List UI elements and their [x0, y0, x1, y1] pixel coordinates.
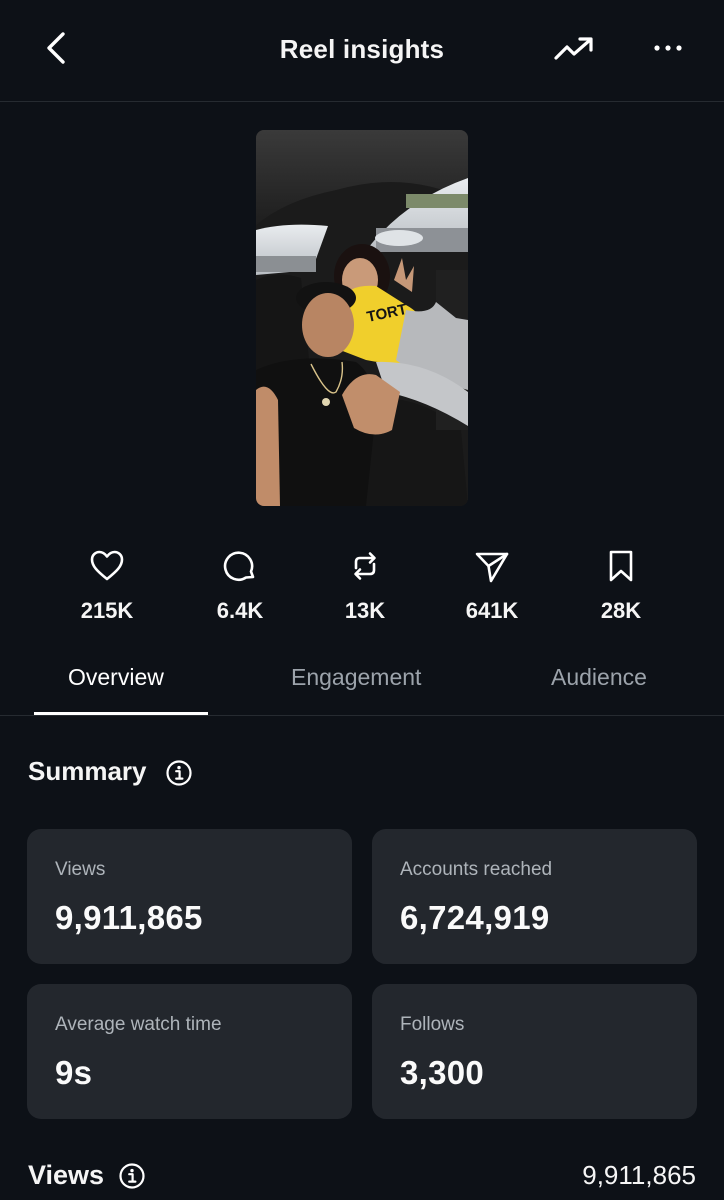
average-watch-time-value: 9s [55, 1054, 93, 1091]
saves-stat: 28K [561, 548, 681, 624]
engagement-stats: 215K 6.4K 13K 641K 28K [0, 548, 724, 628]
follows-value: 3,300 [400, 1054, 485, 1091]
insights-tabs: Overview Engagement Audience [0, 650, 724, 716]
views-total-value: 9,911,865 [582, 1160, 696, 1190]
page-title: Reel insights [279, 34, 445, 64]
reposts-count: 13K [344, 598, 386, 623]
comments-stat: 6.4K [180, 548, 300, 624]
reel-thumbnail[interactable]: TORT [256, 130, 468, 506]
views-section-title: Views [28, 1160, 105, 1190]
accounts-reached-value: 6,724,919 [400, 899, 550, 936]
saves-count: 28K [600, 598, 642, 623]
tab-overview[interactable]: Overview [68, 664, 164, 691]
comments-count: 6.4K [216, 598, 264, 623]
active-tab-indicator [34, 712, 208, 715]
summary-title: Summary [28, 756, 147, 786]
follows-label: Follows [400, 1014, 465, 1035]
trends-button[interactable] [552, 32, 596, 68]
more-options-button[interactable] [650, 30, 686, 66]
bookmark-icon [609, 550, 633, 582]
views-info-icon[interactable] [118, 1162, 146, 1190]
shares-stat: 641K [432, 548, 552, 624]
header-bar: Reel insights [0, 0, 724, 102]
tab-audience[interactable]: Audience [551, 664, 647, 691]
repost-icon [354, 552, 376, 580]
comment-icon [223, 551, 255, 581]
views-card[interactable]: Views 9,911,865 [27, 829, 352, 964]
more-horizontal-icon [654, 45, 682, 51]
average-watch-time-label: Average watch time [55, 1014, 222, 1035]
reel-thumbnail-image: TORT [256, 130, 468, 506]
share-icon [475, 552, 509, 583]
views-card-value: 9,911,865 [55, 899, 203, 936]
views-card-label: Views [55, 859, 106, 880]
trending-up-icon [554, 37, 593, 60]
heart-icon [90, 550, 124, 581]
accounts-reached-card[interactable]: Accounts reached 6,724,919 [372, 829, 697, 964]
follows-card[interactable]: Follows 3,300 [372, 984, 697, 1119]
reposts-stat: 13K [305, 548, 425, 624]
average-watch-time-card[interactable]: Average watch time 9s [27, 984, 352, 1119]
accounts-reached-label: Accounts reached [400, 859, 553, 880]
likes-count: 215K [80, 598, 134, 623]
summary-info-icon[interactable] [165, 759, 193, 787]
shares-count: 641K [465, 598, 519, 623]
likes-stat: 215K [47, 548, 167, 624]
tab-engagement[interactable]: Engagement [291, 664, 421, 691]
